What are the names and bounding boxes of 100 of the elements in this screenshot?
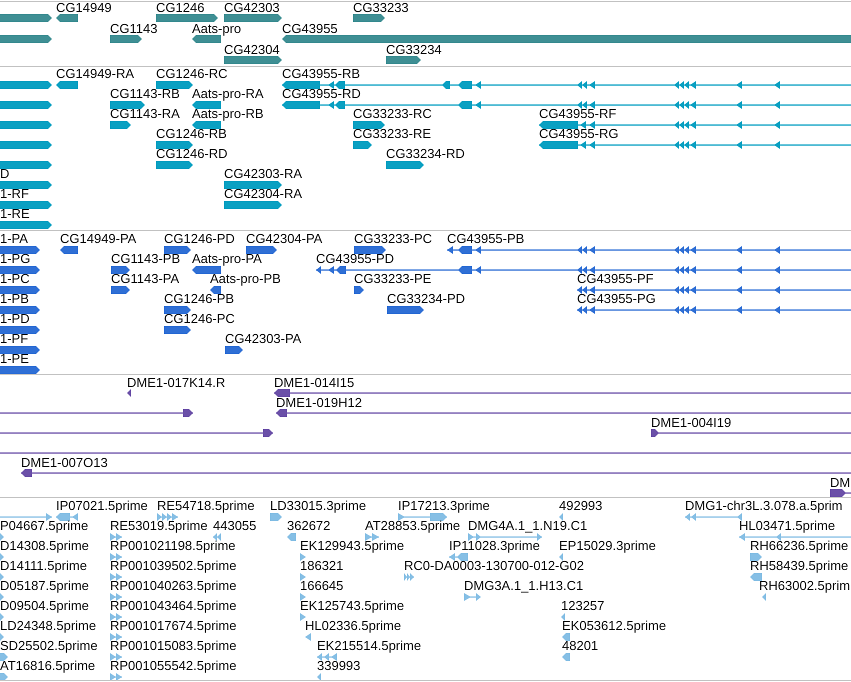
est-label: RE53019.5prime: [110, 519, 208, 533]
transcript-label: CG33233-RE: [353, 127, 432, 141]
clone-label: DME1-017K14.R: [127, 376, 226, 390]
transcript-label: CG14949-RA: [56, 67, 134, 81]
protein-label: CG1143-PB: [111, 252, 180, 266]
est-label: RE54718.5prime: [157, 499, 255, 513]
gene-label: CG42304: [224, 43, 280, 57]
transcript-label: 1-RF: [0, 187, 29, 201]
est-label: D14308.5prime: [0, 539, 89, 553]
est-label: RP001017674.5prime: [110, 619, 236, 633]
est-label: RH66236.5prime: [750, 539, 848, 553]
protein-label: CG43955-PB: [447, 232, 524, 246]
est-label: AT28853.5prime: [365, 519, 460, 533]
protein-label: Aats-pro-PB: [210, 272, 281, 286]
transcript-label: CG43955-RG: [539, 127, 618, 141]
est-label: RP001021198.5prime: [110, 539, 236, 553]
est-label: DMG1-chr3L.3.078.a.5prim: [685, 499, 843, 513]
protein-label: 1-PA: [0, 232, 28, 246]
transcript-label: Aats-pro-RB: [192, 107, 264, 121]
protein-label: 1-PG: [0, 252, 30, 266]
transcript-label: CG1246-RB: [156, 127, 227, 141]
est-label: EK125743.5prime: [300, 599, 404, 613]
clone-label: DME1-014I15: [274, 376, 354, 390]
est-label: 166645: [300, 579, 344, 593]
est-label: EK215514.5prime: [317, 639, 422, 653]
clone-label: DM: [830, 476, 850, 490]
transcript-label: 1-RE: [0, 207, 30, 221]
est-label: RP001043464.5prime: [110, 599, 236, 613]
est-label: 339993: [317, 659, 360, 673]
est-label: RP001055542.5prime: [110, 659, 236, 673]
transcript-label: CG42303-RA: [224, 167, 302, 181]
est-label: HL02336.5prime: [305, 619, 402, 633]
est-label: LD24348.5prime: [0, 619, 96, 633]
est-label: P04667.5prime: [0, 519, 88, 533]
protein-label: CG14949-PA: [60, 232, 136, 246]
protein-label: 1-PB: [0, 292, 29, 306]
transcript-label: CG33234-RD: [386, 147, 465, 161]
est-label: DMG4A.1_1.N19.C1: [468, 519, 588, 533]
est-label: EK053612.5prime: [562, 619, 666, 633]
protein-label: Aats-pro-PA: [192, 252, 262, 266]
transcript-label: CG1143-RA: [110, 107, 180, 121]
gene-label: CG1143: [110, 22, 158, 36]
protein-label: CG1246-PB: [164, 292, 234, 306]
est-label: D05187.5prime: [0, 579, 89, 593]
est-label: RP001015083.5prime: [110, 639, 236, 653]
est-label: 186321: [300, 559, 344, 573]
est-label: 443055: [213, 519, 256, 533]
est-label: EP15029.3prime: [559, 539, 656, 553]
clone-label: DME1-007O13: [21, 456, 108, 470]
est-label: RC0-DA0003-130700-012-G02: [404, 559, 584, 573]
est-label: 48201: [562, 639, 598, 653]
est-label: 492993: [559, 499, 602, 513]
transcript-label: CG1246-RD: [156, 147, 228, 161]
protein-label: 1-PC: [0, 272, 30, 286]
protein-label: CG33233-PC: [354, 232, 432, 246]
protein-label: CG1246-PD: [164, 232, 235, 246]
est-label: RP001039502.5prime: [110, 559, 236, 573]
gene-label: CG33233: [353, 1, 409, 15]
protein-label: CG43955-PD: [316, 252, 394, 266]
gene-label: CG14949: [56, 1, 112, 15]
clone-label: DME1-004I19: [651, 416, 732, 430]
transcript-label: CG43955-RD: [282, 87, 361, 101]
transcript-label: Aats-pro-RA: [192, 87, 264, 101]
protein-label: CG43955-PG: [577, 292, 656, 306]
est-label: SD25502.5prime: [0, 639, 98, 653]
est-label: EK129943.5prime: [300, 539, 404, 553]
transcript-label: CG1143-RB: [110, 87, 180, 101]
transcript-label: CG43955-RF: [539, 107, 616, 121]
gene-label: CG1246: [156, 1, 204, 15]
gene-label: CG42303: [224, 1, 280, 15]
protein-label: CG42303-PA: [225, 332, 302, 346]
gene-label: CG33234: [386, 43, 442, 57]
transcript-label: CG42304-RA: [224, 187, 302, 201]
est-label: HL03471.5prime: [739, 519, 836, 533]
est-label: IP11028.3prime: [449, 539, 540, 553]
protein-label: CG33234-PD: [387, 292, 466, 306]
est-label: RH63002.5prim: [759, 579, 850, 593]
protein-label: CG43955-PF: [577, 272, 654, 286]
transcript-label: D: [0, 167, 10, 181]
transcript-label: CG33233-RC: [353, 107, 432, 121]
gene-label: CG43955: [282, 22, 338, 36]
protein-label: CG1143-PA: [111, 272, 180, 286]
est-label: LD33015.3prime: [270, 499, 366, 513]
gene-label: Aats-pro: [192, 22, 242, 36]
protein-label: 1-PF: [0, 332, 28, 346]
transcript-label: CG43955-RB: [282, 67, 360, 81]
est-label: DMG3A.1_1.H13.C1: [464, 579, 584, 593]
protein-label: 1-PE: [0, 352, 29, 366]
est-label: RP001040263.5prime: [110, 579, 236, 593]
protein-label: CG42304-PA: [246, 232, 322, 246]
est-label: 123257: [561, 599, 604, 613]
transcript-label: CG1246-RC: [156, 67, 228, 81]
est-label: IP07021.5prime: [56, 499, 148, 513]
protein-label: CG33233-PE: [354, 272, 432, 286]
protein-label: 1-PD: [0, 312, 30, 326]
est-label: IP17213.3prime: [398, 499, 490, 513]
clone-label: DME1-019H12: [276, 396, 362, 410]
est-label: AT16816.5prime: [0, 659, 96, 673]
est-label: RH58439.5prime: [750, 559, 848, 573]
protein-label: CG1246-PC: [164, 312, 235, 326]
